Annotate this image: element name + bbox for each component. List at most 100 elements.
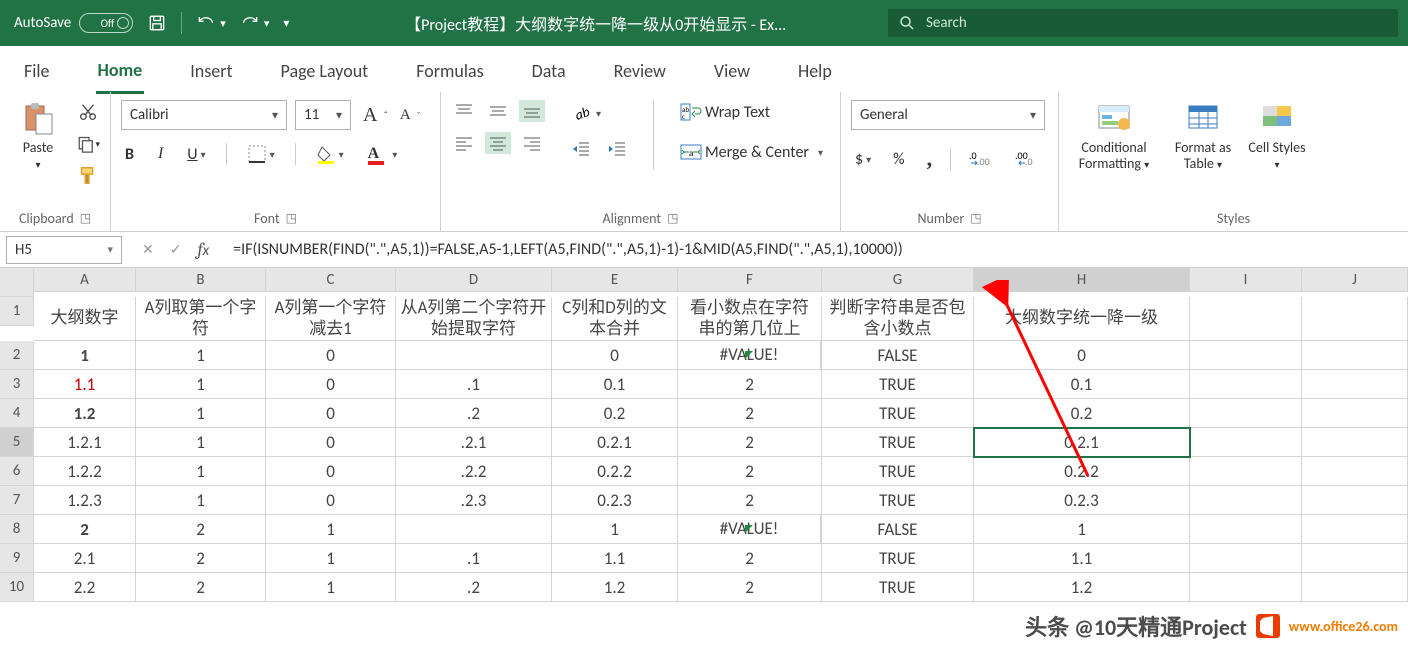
cell[interactable]: 1 (136, 399, 266, 428)
cell[interactable]: TRUE (822, 486, 974, 515)
cell[interactable]: 0.2 (974, 399, 1190, 428)
cell[interactable]: 0.2.3 (552, 486, 678, 515)
accounting-format-button[interactable]: $▾ (851, 148, 875, 171)
row-header[interactable]: 10 (0, 573, 34, 602)
cell[interactable] (1190, 428, 1302, 457)
cell[interactable]: .2 (396, 399, 552, 428)
font-launcher-icon[interactable]: ◳ (286, 211, 297, 226)
select-all-corner[interactable] (0, 268, 34, 297)
cell[interactable]: 2 (678, 428, 822, 457)
cell[interactable]: 从A列第二个字符开始提取字符 (396, 297, 552, 341)
cell[interactable] (1302, 428, 1408, 457)
cell[interactable]: 2 (136, 515, 266, 544)
cell[interactable]: 0.2.2 (552, 457, 678, 486)
cell[interactable] (1302, 370, 1408, 399)
cell[interactable]: 看小数点在字符串的第几位上 (678, 297, 822, 341)
cell[interactable]: 0.2.2 (974, 457, 1190, 486)
cell[interactable]: 2 (678, 399, 822, 428)
row-header[interactable]: 3 (0, 370, 34, 399)
tab-help[interactable]: Help (796, 54, 834, 92)
cell[interactable] (1302, 544, 1408, 573)
increase-font-icon[interactable]: A (359, 102, 381, 129)
col-header[interactable]: C (266, 268, 396, 292)
cell[interactable]: 0 (974, 341, 1190, 370)
col-header[interactable]: H (974, 268, 1190, 292)
orientation-button[interactable]: ab▾ (567, 100, 631, 126)
row-header[interactable]: 8 (0, 515, 34, 544)
cell[interactable]: 2 (678, 573, 822, 602)
cell[interactable]: 大纲数字 (34, 297, 136, 341)
font-name-combo[interactable]: Calibri▾ (121, 100, 287, 130)
cell[interactable] (1302, 341, 1408, 370)
cell[interactable] (1190, 544, 1302, 573)
qat-customize-button[interactable]: ▾ (283, 16, 289, 31)
tab-view[interactable]: View (712, 54, 752, 92)
cell[interactable] (1190, 297, 1302, 341)
align-top-icon[interactable] (451, 100, 477, 122)
row-header[interactable]: 5 (0, 428, 34, 457)
cell[interactable]: 1.1 (552, 544, 678, 573)
name-box[interactable]: H5▾ (6, 236, 122, 264)
font-color-button[interactable]: A▾ (364, 143, 402, 165)
align-center-icon[interactable] (485, 132, 511, 154)
cell-styles-button[interactable]: Cell Styles ▾ (1247, 100, 1307, 172)
row-header[interactable]: 2 (0, 341, 34, 370)
increase-decimal-icon[interactable]: .0.00 (965, 147, 997, 171)
spreadsheet-grid[interactable]: A B C D E F G H I J 1 大纲数字 A列取第一个字符 A列第一… (0, 268, 1408, 602)
cell[interactable] (1190, 486, 1302, 515)
fill-color-button[interactable]: ▾ (312, 142, 348, 166)
cell[interactable] (1302, 297, 1408, 341)
cell[interactable]: 1.1 (34, 370, 136, 399)
cell[interactable] (1302, 573, 1408, 602)
cell[interactable] (1302, 486, 1408, 515)
cell-selected[interactable]: 0.2.1 (974, 428, 1190, 457)
cell[interactable]: .2.3 (396, 486, 552, 515)
cell[interactable]: TRUE (822, 573, 974, 602)
cell[interactable]: 1.2 (34, 399, 136, 428)
conditional-formatting-button[interactable]: Conditional Formatting ▾ (1069, 100, 1159, 172)
cell[interactable]: 2 (136, 544, 266, 573)
cell[interactable]: 2 (34, 515, 136, 544)
merge-center-button[interactable]: a Merge & Center▾ (676, 140, 827, 164)
row-header[interactable]: 1 (0, 297, 34, 326)
decrease-decimal-icon[interactable]: .00.0 (1011, 147, 1043, 171)
row-header[interactable]: 6 (0, 457, 34, 486)
tab-home[interactable]: Home (96, 53, 145, 94)
decrease-indent-icon[interactable] (567, 138, 595, 160)
cell[interactable]: A列取第一个字符 (136, 297, 266, 341)
cell[interactable]: 0 (266, 370, 396, 399)
cell[interactable]: 0 (266, 457, 396, 486)
cell[interactable]: 0 (266, 428, 396, 457)
redo-button[interactable]: ▾ (240, 13, 270, 33)
cell[interactable]: 大纲数字统一降一级 (974, 297, 1190, 341)
cell[interactable]: FALSE (822, 515, 974, 544)
clipboard-launcher-icon[interactable]: ◳ (80, 211, 91, 226)
col-header[interactable]: I (1190, 268, 1302, 292)
cell[interactable]: 1 (136, 341, 266, 370)
cell[interactable]: 0 (266, 399, 396, 428)
formula-input[interactable]: =IF(ISNUMBER(FIND(".",A5,1))=FALSE,A5-1,… (223, 240, 1408, 259)
search-box[interactable]: Search (888, 9, 1398, 37)
cell[interactable] (1190, 515, 1302, 544)
decrease-font-icon[interactable]: A (396, 105, 415, 126)
cell[interactable]: C列和D列的文本合并 (552, 297, 678, 341)
bold-button[interactable]: B (121, 143, 138, 166)
format-as-table-button[interactable]: Format as Table ▾ (1165, 100, 1241, 172)
cell[interactable]: 0.2 (552, 399, 678, 428)
comma-button[interactable]: , (923, 144, 937, 174)
cell[interactable] (1302, 399, 1408, 428)
cell[interactable]: 2 (678, 544, 822, 573)
cell[interactable]: 2 (136, 573, 266, 602)
cell[interactable] (1190, 341, 1302, 370)
cell[interactable]: TRUE (822, 544, 974, 573)
cell[interactable]: 1 (266, 515, 396, 544)
cell[interactable]: 2 (678, 486, 822, 515)
cell[interactable]: 1 (136, 457, 266, 486)
enter-formula-icon[interactable]: ✓ (170, 241, 182, 258)
number-launcher-icon[interactable]: ◳ (970, 211, 981, 226)
cell[interactable]: .2.2 (396, 457, 552, 486)
cut-icon[interactable] (76, 100, 100, 124)
col-header[interactable]: G (822, 268, 974, 292)
cell[interactable]: #VALUE! (678, 341, 822, 370)
cell[interactable]: 1 (136, 486, 266, 515)
